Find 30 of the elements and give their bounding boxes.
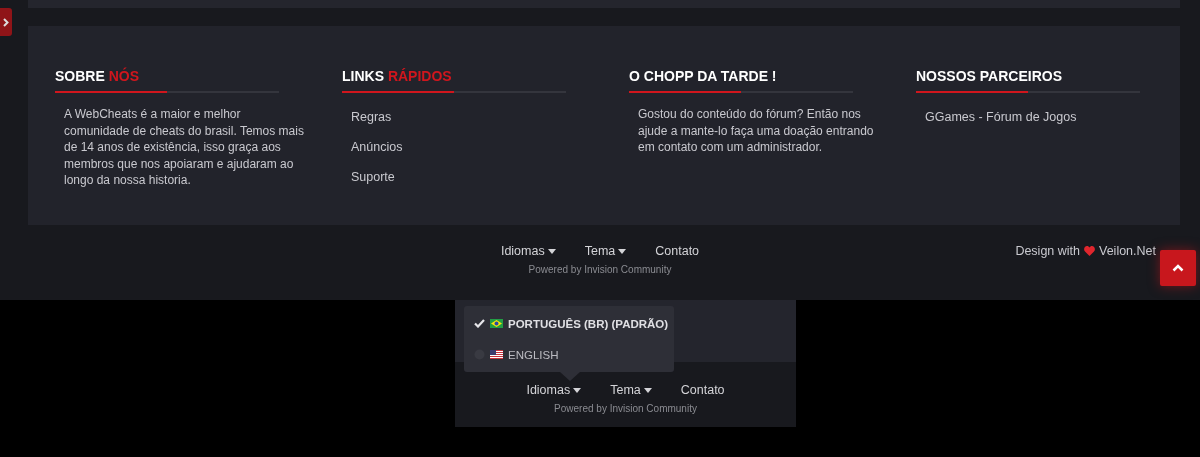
column-text: Gostou do conteúdo do fórum? Então nos ajude a mante-lo faça uma doação entrando em contato com um administrador. bbox=[638, 106, 875, 156]
footer-menu-link[interactable]: Contato bbox=[680, 383, 725, 397]
flag-icon bbox=[490, 319, 503, 328]
footer-menu-link[interactable]: Tema bbox=[584, 244, 627, 258]
scroll-top-button[interactable] bbox=[1160, 250, 1196, 286]
footer-link[interactable]: Regras bbox=[351, 108, 392, 126]
powered-by-text: Powered by Invision Community bbox=[554, 403, 697, 414]
footer-menu-link[interactable]: Contato bbox=[655, 244, 700, 258]
column-heading: NOSSOS PARCEIROS bbox=[916, 68, 1063, 84]
sidebar-toggle-button[interactable] bbox=[0, 8, 12, 36]
heart-icon bbox=[1084, 246, 1095, 256]
check-icon bbox=[474, 319, 485, 328]
chevron-up-icon bbox=[1172, 264, 1184, 272]
powered-by-text: Powered by Invision Community bbox=[528, 264, 672, 275]
column-heading: SOBRE NÓS bbox=[55, 68, 141, 84]
footer-menu-link[interactable]: Idiomas bbox=[500, 244, 556, 258]
footer-link[interactable]: Suporte bbox=[351, 168, 395, 186]
credit-text: Design with bbox=[1015, 244, 1080, 258]
footer-menu-link[interactable]: Tema bbox=[610, 383, 652, 397]
column-text: A WebCheats é a maior e melhor comunidade de cheats do brasil. Temos mais de 14 anos de existência, isso graça aos membros que nos apoiaram e ajudaram ao longo da nossa historia. bbox=[64, 106, 304, 189]
flag-icon bbox=[490, 350, 503, 359]
column-heading: O CHOPP DA TARDE ! bbox=[629, 68, 778, 84]
footer-link[interactable]: Anúncios bbox=[351, 138, 403, 156]
credit-link[interactable]: Veilon.Net bbox=[1099, 244, 1156, 258]
footer-link[interactable]: GGames - Fórum de Jogos bbox=[925, 108, 1077, 126]
chevron-right-icon bbox=[3, 17, 9, 27]
language-option[interactable]: ENGLISH bbox=[464, 348, 674, 361]
footer-menu-link[interactable]: Idiomas bbox=[526, 383, 582, 397]
column-heading: LINKS RÁPIDOS bbox=[342, 68, 453, 84]
language-option[interactable]: PORTUGUÊS (BR) (PADRÃO) bbox=[464, 317, 674, 330]
